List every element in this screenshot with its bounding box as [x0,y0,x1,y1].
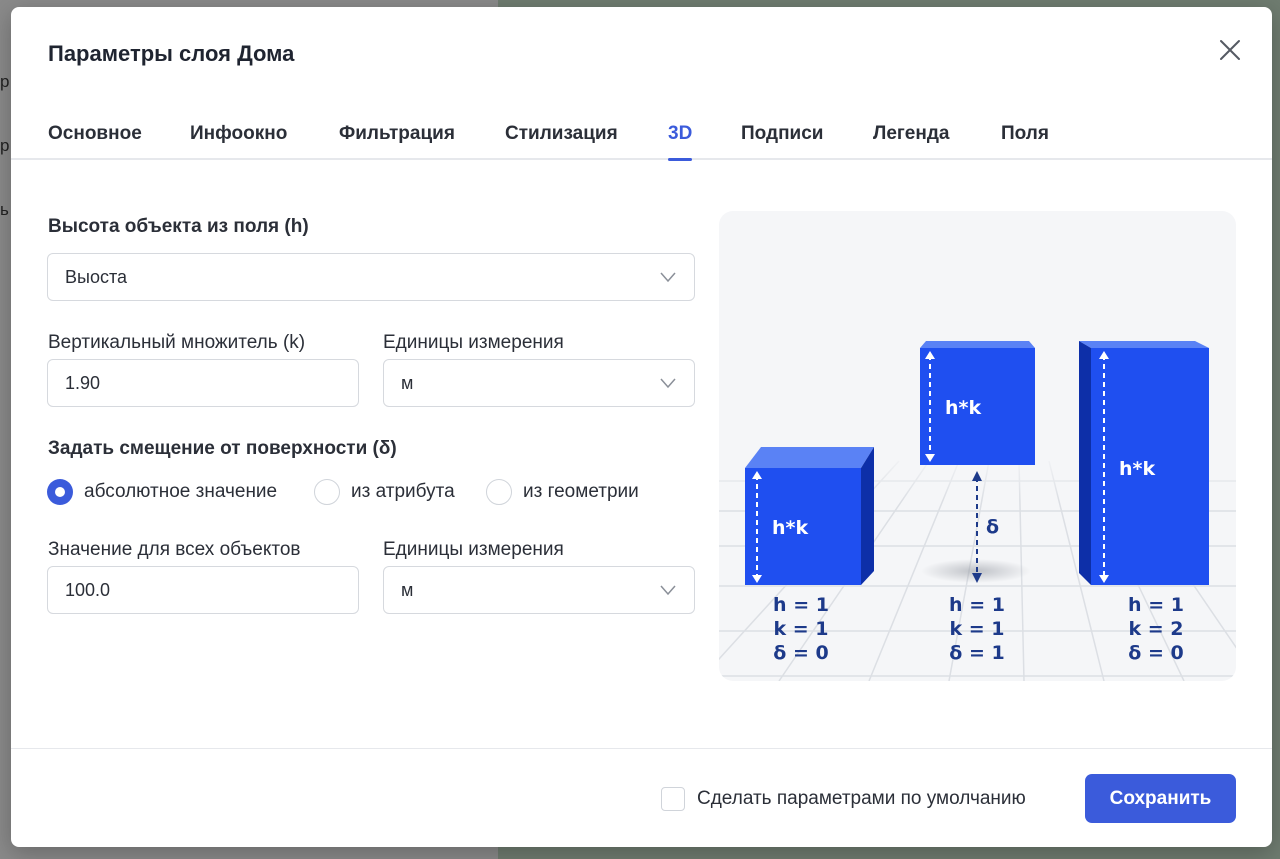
3d-illustration: h*k h*k δ h*k h = 1 k = 1 δ = 0 h = 1 k … [719,211,1236,681]
units-value: м [401,372,414,393]
tab-filtering[interactable]: Фильтрация [339,123,455,155]
units-select[interactable]: м [383,359,695,407]
all-objects-input[interactable]: 100.0 [47,566,359,614]
box-1-tag: h*k [772,517,808,539]
tab-legend[interactable]: Легенда [873,123,949,155]
default-params-checkbox[interactable] [661,787,685,811]
layer-settings-dialog: Параметры слоя Дома Основное Инфоокно Фи… [11,7,1272,847]
radio-absolute-label: абсолютное значение [84,481,278,502]
units-value: м [401,579,414,600]
chevron-down-icon [660,378,676,389]
units-label: Единицы измерения [383,539,564,560]
all-objects-label: Значение для всех объектов [48,539,301,560]
tab-labels[interactable]: Подписи [741,123,823,155]
dialog-title: Параметры слоя Дома [48,41,295,66]
radio-absolute[interactable] [47,479,73,505]
chevron-down-icon [660,585,676,596]
tab-fields[interactable]: Поля [1001,123,1049,155]
box-3: h*k [1079,341,1209,585]
tab-3d[interactable]: 3D [668,123,693,161]
radio-geometry-label: из геометрии [523,481,639,502]
save-button[interactable]: Сохранить [1085,774,1236,823]
box-3-tag: h*k [1119,458,1155,480]
tab-basic[interactable]: Основное [48,123,142,155]
height-field-value: Выоста [65,266,128,287]
all-objects-value: 100.0 [65,579,111,600]
tab-bar: Основное Инфоокно Фильтрация Стилизация … [11,115,1272,161]
height-field-label: Высота объекта из поля (h) [48,216,309,237]
multiplier-value: 1.90 [65,372,101,393]
radio-geometry[interactable] [486,479,512,505]
tab-styling[interactable]: Стилизация [505,123,618,155]
multiplier-label: Вертикальный множитель (k) [48,332,306,353]
box-3-delta: δ = 0 [1128,642,1183,664]
default-params-label[interactable]: Сделать параметрами по умолчанию [697,788,1026,810]
multiplier-input[interactable]: 1.90 [47,359,359,407]
box-1-h: h = 1 [773,594,829,616]
height-field-select[interactable]: Выоста [47,253,695,301]
box-2-gap-tag: δ [986,516,999,538]
background-text-fragment: р [0,136,10,155]
tab-infowindow[interactable]: Инфоокно [190,123,287,155]
offset-label: Задать смещение от поверхности (δ) [48,438,397,459]
footer-divider [11,748,1272,749]
background-text-fragment: ь [0,200,9,219]
radio-attribute[interactable] [314,479,340,505]
box-1-delta: δ = 0 [773,642,828,664]
units-label: Единицы измерения [383,332,564,353]
close-button[interactable] [1217,37,1243,63]
radio-attribute-label: из атрибута [351,481,455,502]
box-2-h: h = 1 [949,594,1005,616]
close-icon [1220,40,1240,60]
box-1-k: k = 1 [773,618,828,640]
background-text-fragment: р [0,72,10,91]
3d-diagram: h*k h*k δ h*k h = 1 k = 1 δ = 0 h = 1 k … [719,341,1236,681]
box-2-k: k = 1 [949,618,1004,640]
box-3-k: k = 2 [1128,618,1183,640]
units-select[interactable]: м [383,566,695,614]
chevron-down-icon [660,272,676,283]
box-2-delta: δ = 1 [949,642,1004,664]
box-2-tag: h*k [945,397,981,419]
box-1: h*k [745,447,874,585]
box-3-h: h = 1 [1128,594,1184,616]
